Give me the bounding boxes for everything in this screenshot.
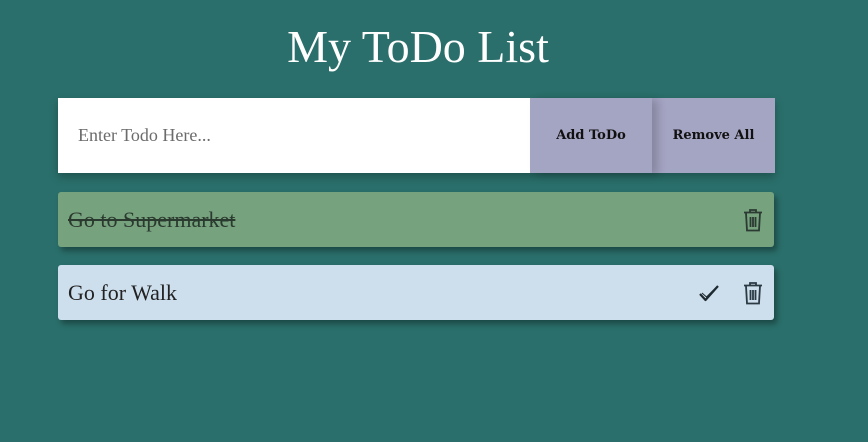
todo-item-pending: Go for Walk [58,265,774,320]
todo-text: Go to Supermarket [68,206,236,232]
trash-icon[interactable] [741,280,765,306]
todo-input[interactable] [58,98,530,173]
remove-all-button[interactable]: Remove All [652,98,775,173]
check-icon[interactable] [697,280,721,306]
button-area: Add ToDo Remove All [530,98,775,173]
add-todo-button[interactable]: Add ToDo [530,98,652,173]
todo-text: Go for Walk [68,279,178,305]
todo-form: Add ToDo Remove All [58,98,775,173]
todo-item-completed: Go to Supermarket [58,192,774,247]
trash-icon[interactable] [741,207,765,233]
page-title: My ToDo List [287,21,549,72]
